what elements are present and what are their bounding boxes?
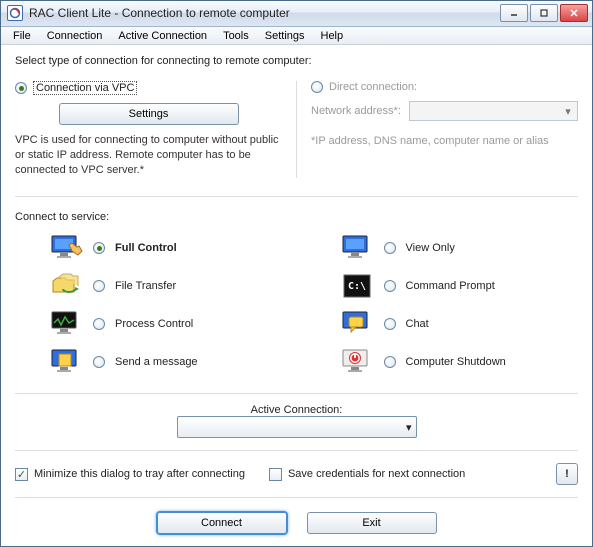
menu-help[interactable]: Help: [313, 28, 352, 44]
radio-command-prompt[interactable]: [384, 280, 396, 292]
checkbox-save-credentials[interactable]: [269, 468, 282, 481]
terminal-icon: C:\: [340, 271, 374, 301]
svg-text:C:\: C:\: [348, 281, 366, 292]
options-row: ✓ Minimize this dialog to tray after con…: [15, 451, 578, 498]
maximize-icon: [539, 8, 549, 18]
radio-view-only[interactable]: [384, 242, 396, 254]
connection-type-panels: Connection via VPC Settings VPC is used …: [15, 81, 578, 197]
radio-vpc-label: Connection via VPC: [33, 81, 137, 95]
menu-active-connection[interactable]: Active Connection: [110, 28, 215, 44]
window-controls: [500, 4, 588, 22]
service-file-transfer-label: File Transfer: [115, 280, 176, 292]
radio-direct[interactable]: [311, 81, 323, 93]
service-view-only: View Only: [312, 233, 573, 263]
service-file-transfer: File Transfer: [21, 271, 282, 301]
menubar: File Connection Active Connection Tools …: [1, 27, 592, 46]
chevron-down-icon: ▾: [406, 421, 412, 434]
radio-vpc[interactable]: [15, 82, 27, 94]
menu-connection[interactable]: Connection: [39, 28, 111, 44]
message-note-icon: [49, 347, 83, 377]
network-address-hint: *IP address, DNS name, computer name or …: [311, 135, 578, 147]
minimize-icon: [509, 8, 519, 18]
network-address-label: Network address*:: [311, 105, 401, 117]
info-button[interactable]: !: [556, 463, 578, 485]
radio-file-transfer[interactable]: [93, 280, 105, 292]
exit-button[interactable]: Exit: [307, 512, 437, 534]
info-icon-label: !: [565, 468, 569, 480]
radio-direct-label: Direct connection:: [329, 81, 417, 93]
vpc-settings-button[interactable]: Settings: [59, 103, 239, 125]
minimize-button[interactable]: [500, 4, 528, 22]
vpc-panel: Connection via VPC Settings VPC is used …: [15, 81, 296, 178]
radio-send-message[interactable]: [93, 356, 105, 368]
service-full-control: Full Control: [21, 233, 282, 263]
service-chat-label: Chat: [406, 318, 429, 330]
connect-button[interactable]: Connect: [157, 512, 287, 534]
process-monitor-icon: [49, 309, 83, 339]
titlebar: RAC Client Lite - Connection to remote c…: [1, 1, 592, 27]
app-window: RAC Client Lite - Connection to remote c…: [0, 0, 593, 547]
monitor-icon: [340, 233, 374, 263]
service-view-only-label: View Only: [406, 242, 455, 254]
radio-process-control[interactable]: [93, 318, 105, 330]
checkbox-save-credentials-label: Save credentials for next connection: [288, 468, 465, 480]
service-full-control-label: Full Control: [115, 242, 177, 254]
radio-chat[interactable]: [384, 318, 396, 330]
close-icon: [569, 8, 579, 18]
service-command-prompt: C:\ Command Prompt: [312, 271, 573, 301]
service-send-message-label: Send a message: [115, 356, 198, 368]
active-connection-combobox[interactable]: ▾: [177, 416, 417, 438]
vpc-description: VPC is used for connecting to computer w…: [15, 133, 282, 178]
chat-bubble-icon: [340, 309, 374, 339]
maximize-button[interactable]: [530, 4, 558, 22]
client-area: Select type of connection for connecting…: [1, 45, 592, 546]
chevron-down-icon: ▾: [561, 104, 575, 118]
connect-to-service-label: Connect to service:: [15, 211, 578, 223]
active-connection-label: Active Connection:: [251, 404, 343, 416]
power-icon: [340, 347, 374, 377]
direct-panel: Direct connection: Network address*: ▾ *…: [296, 81, 578, 178]
monitor-hand-icon: [49, 233, 83, 263]
checkbox-minimize-to-tray[interactable]: ✓: [15, 468, 28, 481]
service-command-prompt-label: Command Prompt: [406, 280, 495, 292]
menu-settings[interactable]: Settings: [257, 28, 313, 44]
service-chat: Chat: [312, 309, 573, 339]
network-address-combobox[interactable]: ▾: [409, 101, 578, 121]
close-button[interactable]: [560, 4, 588, 22]
menu-file[interactable]: File: [5, 28, 39, 44]
service-process-control-label: Process Control: [115, 318, 193, 330]
radio-full-control[interactable]: [93, 242, 105, 254]
prompt-text: Select type of connection for connecting…: [15, 55, 578, 67]
service-shutdown-label: Computer Shutdown: [406, 356, 506, 368]
radio-shutdown[interactable]: [384, 356, 396, 368]
window-title: RAC Client Lite - Connection to remote c…: [29, 6, 500, 20]
checkbox-minimize-label: Minimize this dialog to tray after conne…: [34, 468, 245, 480]
dialog-buttons: Connect Exit: [15, 498, 578, 534]
active-connection-section: Active Connection: ▾: [15, 394, 578, 451]
app-icon: [7, 5, 23, 21]
menu-tools[interactable]: Tools: [215, 28, 257, 44]
service-shutdown: Computer Shutdown: [312, 347, 573, 377]
folder-transfer-icon: [49, 271, 83, 301]
service-send-message: Send a message: [21, 347, 282, 377]
service-process-control: Process Control: [21, 309, 282, 339]
services-grid: Full Control View Only File Transfer C:\: [15, 233, 578, 394]
